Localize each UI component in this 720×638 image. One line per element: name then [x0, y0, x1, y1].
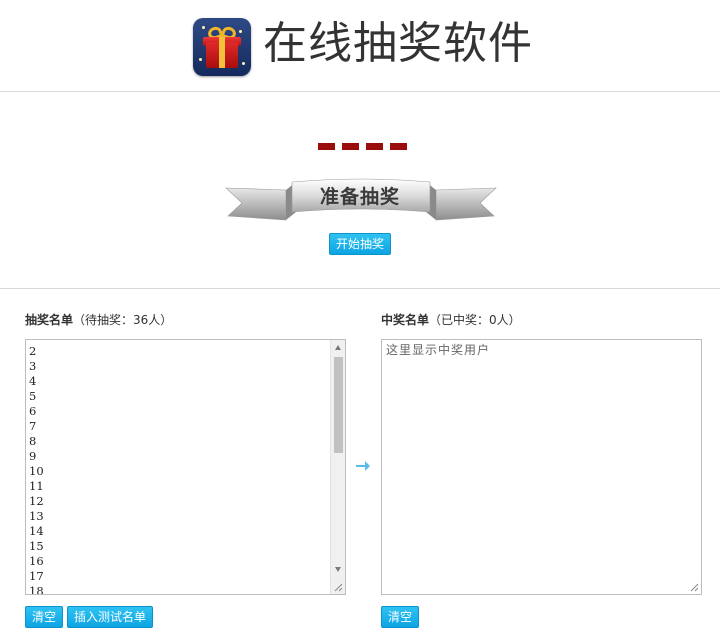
list-item: 9 — [29, 449, 37, 463]
list-item: 18 — [29, 584, 44, 595]
scroll-up-icon[interactable] — [335, 345, 341, 350]
candidate-list-label: 抽奖名单（待抽奖：36人） — [25, 313, 172, 327]
clear-winners-button[interactable]: 清空 — [381, 606, 420, 628]
winner-list-textarea[interactable]: 这里显示中奖用户 — [381, 339, 702, 595]
candidate-list-title: 抽奖名单 — [25, 313, 74, 327]
dash — [318, 143, 335, 150]
dash — [390, 143, 407, 150]
scroll-down-icon[interactable] — [335, 567, 341, 572]
gift-box-icon — [193, 18, 251, 76]
list-item: 14 — [29, 524, 44, 538]
list-item: 15 — [29, 539, 44, 553]
dash — [342, 143, 359, 150]
list-item: 8 — [29, 434, 37, 448]
candidate-names: 2 3 4 5 6 7 8 9 10 11 12 13 14 15 16 17 18 — [29, 344, 44, 595]
header: 在线抽奖软件 — [0, 0, 720, 92]
list-item: 6 — [29, 404, 37, 418]
resize-grip-icon[interactable] — [333, 582, 343, 592]
list-item: 7 — [29, 419, 37, 433]
list-item: 2 — [29, 344, 37, 358]
arrow-right-icon — [356, 461, 370, 471]
ribbon-banner — [225, 178, 497, 221]
insert-test-list-button[interactable]: 插入测试名单 — [67, 606, 154, 628]
clear-candidates-button[interactable]: 清空 — [25, 606, 64, 628]
winner-list-placeholder: 这里显示中奖用户 — [386, 343, 491, 357]
page-title: 在线抽奖软件 — [263, 18, 533, 69]
list-item: 3 — [29, 359, 37, 373]
candidate-count: （待抽奖：36人） — [73, 313, 173, 327]
list-item: 17 — [29, 569, 44, 583]
resize-grip-icon[interactable] — [689, 582, 699, 592]
candidate-list-textarea[interactable]: 2 3 4 5 6 7 8 9 10 11 12 13 14 15 16 17 18 — [25, 339, 346, 595]
list-item: 16 — [29, 554, 44, 568]
list-item: 5 — [29, 389, 37, 403]
winner-list-label: 中奖名单（已中奖：0人） — [381, 313, 521, 327]
list-item: 11 — [29, 479, 44, 493]
list-item: 13 — [29, 509, 44, 523]
list-item: 10 — [29, 464, 44, 478]
winner-list-title: 中奖名单 — [381, 313, 430, 327]
start-lottery-button[interactable]: 开始抽奖 — [329, 233, 392, 255]
list-item: 4 — [29, 374, 37, 388]
dash — [366, 143, 383, 150]
lottery-panel: 准备抽奖 开始抽奖 — [0, 92, 720, 289]
result-placeholder-dashes — [318, 143, 407, 151]
scroll-thumb[interactable] — [334, 357, 343, 453]
list-item: 12 — [29, 494, 44, 508]
candidate-list-scrollbar[interactable] — [330, 340, 345, 594]
winner-count: （已中奖：0人） — [429, 313, 521, 327]
